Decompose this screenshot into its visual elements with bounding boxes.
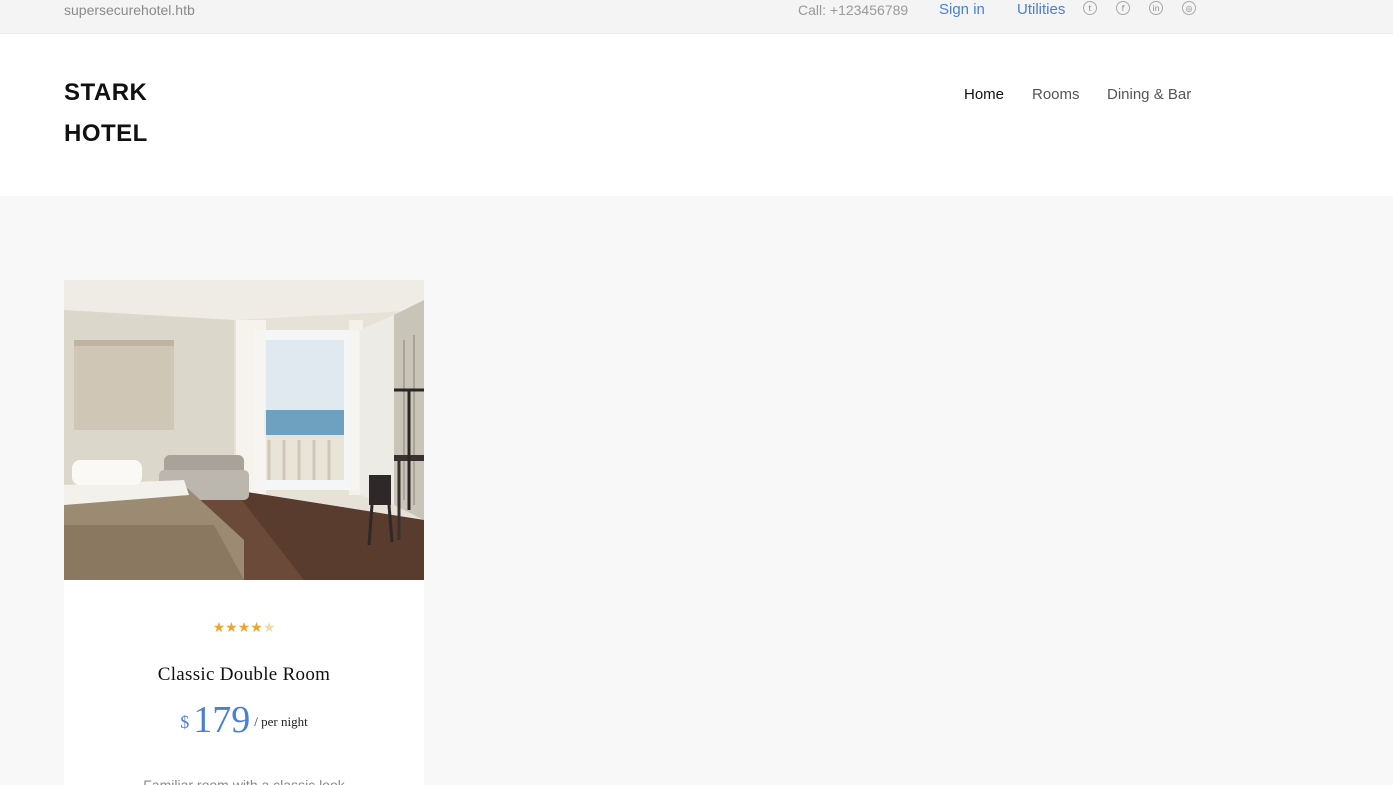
site-header: STARK HOTEL Home Rooms Dining & Bar (0, 34, 1393, 196)
room-price: $ 179 / per night (64, 698, 424, 742)
top-bar: supersecurehotel.htb Call: +123456789 Si… (0, 0, 1393, 34)
nav-rooms[interactable]: Rooms (1032, 86, 1080, 103)
logo-line-1: STARK (64, 79, 148, 106)
room-photo-illustration (64, 280, 424, 580)
facebook-icon[interactable]: f (1116, 1, 1130, 15)
room-description: Familiar room with a classic look (143, 777, 345, 785)
price-amount: 179 (193, 699, 251, 741)
star-empty-icon: ★ (262, 620, 276, 636)
sign-in-link[interactable]: Sign in (939, 1, 985, 18)
site-domain: supersecurehotel.htb (64, 2, 195, 18)
linkedin-icon[interactable]: in (1149, 1, 1163, 15)
room-title[interactable]: Classic Double Room (64, 664, 424, 686)
phone-number: Call: +123456789 (798, 2, 909, 18)
twitter-icon[interactable]: t (1083, 1, 1097, 15)
nav-dining-bar[interactable]: Dining & Bar (1107, 86, 1191, 103)
room-card[interactable]: ★★★★★ Classic Double Room $ 179 / per ni… (64, 280, 424, 785)
price-currency: $ (180, 712, 190, 732)
room-rating: ★★★★★ (64, 620, 424, 636)
dribbble-icon[interactable]: ◎ (1182, 1, 1196, 15)
star-filled-icon: ★ (225, 620, 238, 636)
utilities-link[interactable]: Utilities (1017, 1, 1065, 18)
star-filled-icon: ★ (237, 620, 251, 636)
nav-home[interactable]: Home (964, 86, 1004, 103)
star-filled-icon: ★ (212, 620, 226, 636)
star-filled-icon: ★ (250, 620, 263, 636)
logo-line-2: HOTEL (64, 120, 148, 147)
room-photo[interactable] (64, 280, 424, 580)
site-logo[interactable]: STARK HOTEL (64, 72, 148, 154)
price-period: / per night (254, 714, 308, 729)
